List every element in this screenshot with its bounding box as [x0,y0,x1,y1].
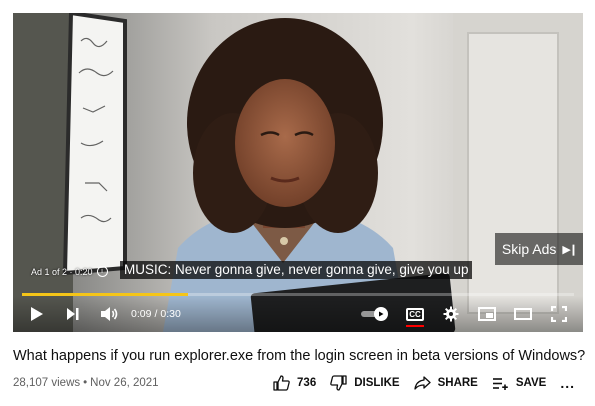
video-title: What happens if you run explorer.exe fro… [13,348,586,364]
theater-mode-button[interactable] [505,296,541,332]
action-bar: 736 DISLIKE SHARE SAVE ... [273,372,575,394]
player-controls: 0:09/0:30 CC [13,296,583,332]
save-label: SAVE [515,377,547,389]
thumbs-down-icon [330,375,347,391]
total-time: 0:30 [160,308,181,320]
save-button[interactable]: SAVE [492,377,546,390]
view-count: 28,107 views [13,377,81,389]
skip-ads-label: Skip Ads [501,241,557,257]
time-separator: / [154,308,158,320]
fullscreen-button[interactable] [541,296,577,332]
like-count: 736 [297,377,317,389]
next-button[interactable] [55,296,91,332]
cc-button[interactable]: CC [397,296,433,332]
settings-button[interactable] [433,296,469,332]
autoplay-toggle[interactable] [361,307,389,321]
time-display: 0:09/0:30 [131,308,181,320]
upload-date: Nov 26, 2021 [90,377,159,389]
next-icon [67,308,79,320]
theater-icon [514,308,532,320]
ad-info: Ad 1 of 2 · 0:20 i [31,266,108,277]
skip-next-icon: ▶❙ [562,243,578,256]
share-button[interactable]: SHARE [413,376,478,390]
dislike-label: DISLIKE [354,377,400,389]
like-button[interactable]: 736 [273,375,316,391]
playlist-add-icon [492,377,508,390]
volume-button[interactable] [91,296,127,332]
skip-ads-button[interactable]: Skip Ads ▶❙ [495,233,583,265]
fullscreen-icon [551,306,567,322]
video-frame [13,13,583,332]
settings-icon [443,306,459,322]
current-time: 0:09 [131,308,152,320]
miniplayer-icon [478,307,496,321]
caption-text: MUSIC: Never gonna give, never gonna giv… [120,261,473,279]
share-label: SHARE [437,377,478,389]
volume-icon [101,307,118,321]
video-meta: 28,107 views • Nov 26, 2021 [13,377,159,389]
play-icon [31,307,43,321]
dislike-button[interactable]: DISLIKE [330,375,400,391]
info-icon[interactable]: i [96,266,108,277]
ad-counter: Ad 1 of 2 · 0:20 [31,266,93,277]
cc-icon: CC [406,307,424,321]
play-button[interactable] [19,296,55,332]
video-player[interactable]: Skip Ads ▶❙ Ad 1 of 2 · 0:20 i MUSIC: Ne… [13,13,583,332]
cc-active-indicator [406,325,424,327]
autoplay-play-icon [379,311,384,317]
more-actions-button[interactable]: ... [560,375,575,391]
thumbs-up-icon [273,375,290,391]
miniplayer-button[interactable] [469,296,505,332]
share-icon [413,376,431,390]
